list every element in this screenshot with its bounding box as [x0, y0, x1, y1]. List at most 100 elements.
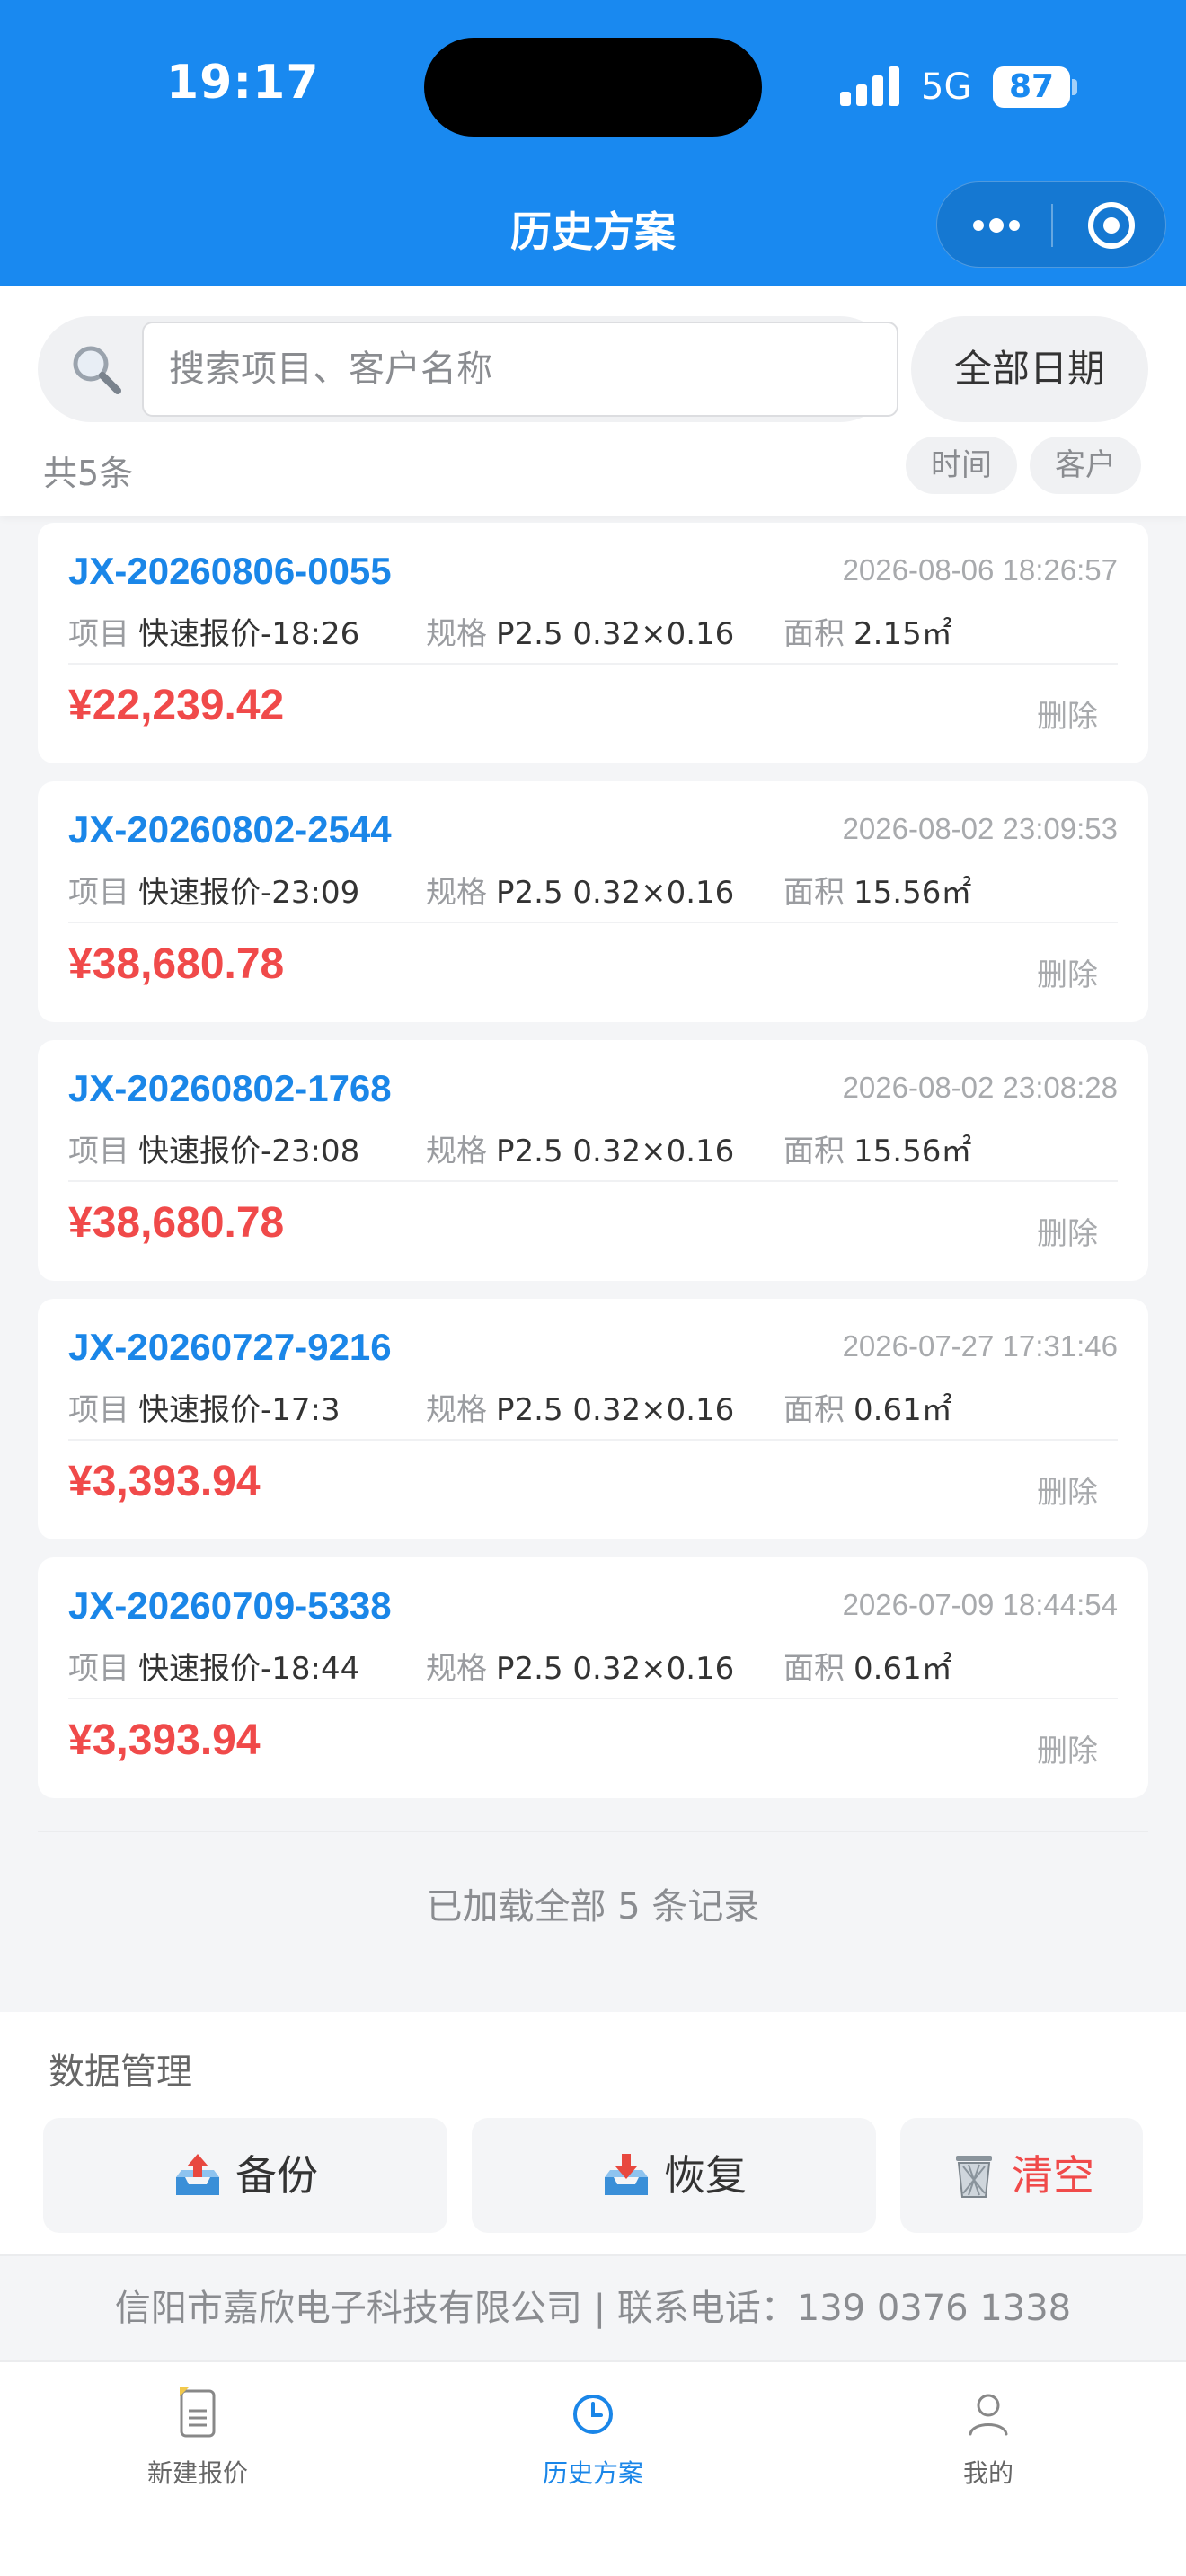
tab-mine[interactable]: 我的: [791, 2362, 1186, 2515]
record-area: 面积 0.61㎡: [783, 1385, 952, 1429]
record-spec: 规格 P2.5 0.32×0.16: [426, 1126, 734, 1170]
record-price: ¥38,680.78: [68, 940, 285, 988]
project-label: 项目: [68, 616, 129, 652]
project-label: 项目: [68, 1651, 129, 1687]
data-management-title: 数据管理: [49, 2051, 192, 2093]
spec-value: P2.5 0.32×0.16: [496, 875, 735, 911]
record-card[interactable]: JX-20260709-5338 2026-07-09 18:44:54 项目快…: [38, 1557, 1148, 1798]
project-value: 快速报价-23:09: [138, 875, 360, 911]
search-icon: [73, 346, 121, 394]
record-time: 2026-08-02 23:09:53: [842, 812, 1118, 845]
record-time: 2026-08-02 23:08:28: [842, 1071, 1118, 1104]
area-label: 面积: [783, 875, 845, 911]
record-project: 项目 快速报价-17:3: [68, 1385, 341, 1429]
record-price: ¥38,680.78: [68, 1199, 285, 1247]
battery-icon: 87: [993, 66, 1070, 108]
project-value: 快速报价-23:08: [138, 1134, 360, 1169]
restore-icon: [605, 2153, 648, 2195]
project-label: 项目: [68, 1392, 129, 1428]
record-time: 2026-07-27 17:31:46: [842, 1329, 1118, 1363]
area-value: 0.61㎡: [854, 1392, 952, 1428]
record-id: JX-20260709-5338: [68, 1584, 392, 1627]
area-value: 15.56㎡: [854, 1134, 972, 1169]
record-area: 面积 15.56㎡: [783, 1126, 971, 1170]
trash-icon: [956, 2155, 992, 2198]
spec-label: 规格: [426, 1134, 487, 1169]
project-value: 快速报价-18:26: [138, 616, 360, 652]
document-icon: [180, 2387, 216, 2438]
delete-button[interactable]: 删除: [1037, 950, 1098, 994]
record-card[interactable]: JX-20260727-9216 2026-07-27 17:31:46 项目快…: [38, 1299, 1148, 1539]
backup-button[interactable]: 备份: [43, 2118, 447, 2233]
delete-button[interactable]: 删除: [1037, 692, 1098, 736]
delete-button[interactable]: 删除: [1037, 1468, 1098, 1512]
clear-button[interactable]: 清空: [900, 2118, 1143, 2233]
delete-button[interactable]: 删除: [1037, 1209, 1098, 1253]
sort-by-customer-button[interactable]: 客户: [1030, 437, 1141, 494]
area-value: 15.56㎡: [854, 875, 972, 911]
record-project: 项目 快速报价-23:09: [68, 868, 359, 912]
card-divider: [68, 663, 1118, 665]
spec-value: P2.5 0.32×0.16: [496, 1134, 735, 1169]
record-time: 2026-08-06 18:26:57: [842, 553, 1118, 587]
spec-label: 规格: [426, 875, 487, 911]
record-area: 面积 2.15㎡: [783, 609, 952, 653]
sort-by-time-button[interactable]: 时间: [906, 437, 1017, 494]
total-count: 共5条: [43, 454, 134, 493]
data-management-panel: 数据管理 备份 恢复 清空: [0, 2012, 1186, 2254]
record-spec: 规格 P2.5 0.32×0.16: [426, 1644, 734, 1688]
tab-new-quote[interactable]: 新建报价: [0, 2362, 395, 2515]
record-card[interactable]: JX-20260806-0055 2026-08-06 18:26:57 项目快…: [38, 523, 1148, 763]
card-divider: [68, 1698, 1118, 1699]
record-card[interactable]: JX-20260802-2544 2026-08-02 23:09:53 项目快…: [38, 781, 1148, 1022]
record-card[interactable]: JX-20260802-1768 2026-08-02 23:08:28 项目快…: [38, 1040, 1148, 1281]
tab-bar: 新建报价 历史方案 我的: [0, 2362, 1186, 2576]
capsule-divider: [1051, 204, 1053, 247]
card-divider: [68, 1439, 1118, 1441]
card-divider: [68, 1180, 1118, 1182]
card-divider: [68, 922, 1118, 923]
record-time: 2026-07-09 18:44:54: [842, 1588, 1118, 1621]
network-label: 5G: [921, 66, 972, 108]
tab-history-label: 历史方案: [542, 2458, 643, 2488]
spec-label: 规格: [426, 1392, 487, 1428]
project-label: 项目: [68, 1134, 129, 1169]
restore-button[interactable]: 恢复: [472, 2118, 876, 2233]
record-price: ¥22,239.42: [68, 682, 285, 729]
battery-tip: [1072, 79, 1077, 95]
top-bar: 19:17 5G 87 历史方案: [0, 0, 1186, 286]
restore-label: 恢复: [664, 2151, 747, 2200]
record-price: ¥3,393.94: [68, 1716, 261, 1764]
mini-program-capsule: [936, 181, 1166, 268]
record-spec: 规格 P2.5 0.32×0.16: [426, 868, 734, 912]
area-label: 面积: [783, 1134, 845, 1169]
record-area: 面积 15.56㎡: [783, 868, 971, 912]
tab-mine-label: 我的: [962, 2458, 1013, 2488]
target-icon[interactable]: [1088, 202, 1135, 249]
spec-value: P2.5 0.32×0.16: [496, 1651, 735, 1687]
date-filter-button[interactable]: 全部日期: [911, 316, 1148, 422]
more-icon[interactable]: [969, 182, 1023, 269]
record-project: 项目 快速报价-18:26: [68, 609, 359, 653]
spec-value: P2.5 0.32×0.16: [496, 616, 735, 652]
spec-label: 规格: [426, 1651, 487, 1687]
user-icon: [969, 2394, 1008, 2436]
signal-icon: [840, 66, 901, 106]
tab-new-quote-label: 新建报价: [146, 2458, 248, 2488]
project-value: 快速报价-18:44: [138, 1651, 360, 1687]
record-area: 面积 0.61㎡: [783, 1644, 952, 1688]
dynamic-island: [424, 38, 762, 137]
record-spec: 规格 P2.5 0.32×0.16: [426, 609, 734, 653]
area-label: 面积: [783, 616, 845, 652]
record-project: 项目 快速报价-23:08: [68, 1126, 359, 1170]
area-value: 2.15㎡: [854, 616, 952, 652]
search-input[interactable]: [142, 322, 898, 417]
company-contact: 信阳市嘉欣电子科技有限公司 | 联系电话：139 0376 1338: [0, 2254, 1186, 2362]
record-spec: 规格 P2.5 0.32×0.16: [426, 1385, 734, 1429]
project-label: 项目: [68, 875, 129, 911]
delete-button[interactable]: 删除: [1037, 1726, 1098, 1770]
tab-history[interactable]: 历史方案: [395, 2362, 791, 2515]
search-area: 全部日期 共5条 时间 客户: [0, 286, 1186, 516]
clear-label: 清空: [1012, 2151, 1094, 2200]
backup-icon: [176, 2153, 219, 2195]
